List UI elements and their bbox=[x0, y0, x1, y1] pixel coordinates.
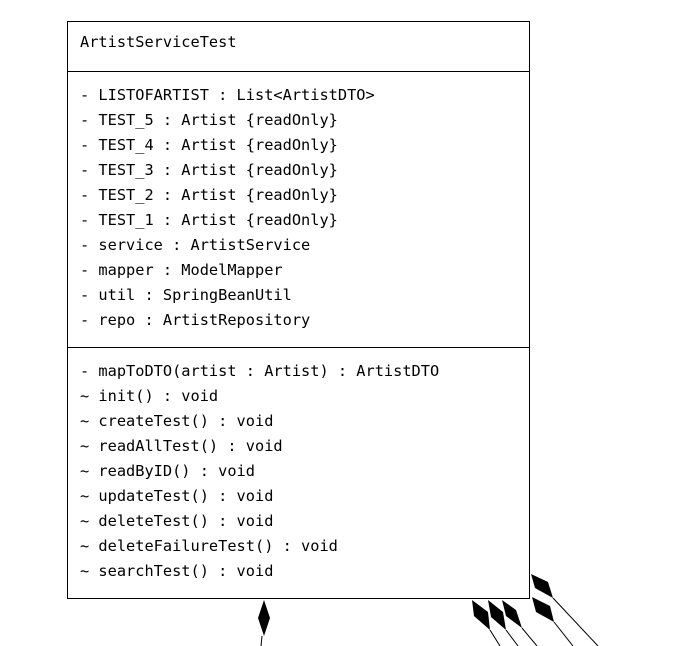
attribute: - mapper : ModelMapper bbox=[80, 261, 283, 279]
composition-line bbox=[521, 627, 538, 646]
attribute: - repo : ArtistRepository bbox=[80, 311, 311, 329]
attribute: - LISTOFARTIST : List<ArtistDTO> bbox=[80, 86, 375, 104]
attribute: - TEST_1 : Artist {readOnly} bbox=[80, 211, 338, 229]
operation: ~ deleteTest() : void bbox=[80, 512, 274, 530]
attribute: - TEST_3 : Artist {readOnly} bbox=[80, 161, 338, 179]
attribute: - TEST_2 : Artist {readOnly} bbox=[80, 186, 338, 204]
composition-diamond bbox=[488, 600, 506, 630]
operation: ~ updateTest() : void bbox=[80, 487, 274, 505]
composition-line bbox=[552, 597, 599, 646]
composition-edge bbox=[532, 597, 574, 646]
operations-compartment: - mapToDTO(artist : Artist) : ArtistDTO … bbox=[68, 348, 529, 584]
operation: ~ readAllTest() : void bbox=[80, 437, 283, 455]
operation: ~ createTest() : void bbox=[80, 412, 274, 430]
composition-diamond bbox=[531, 574, 553, 598]
operation: ~ deleteFailureTest() : void bbox=[80, 537, 338, 555]
composition-diamond bbox=[532, 597, 554, 622]
attribute: - service : ArtistService bbox=[80, 236, 311, 254]
composition-line bbox=[489, 629, 501, 646]
attributes-compartment: - LISTOFARTIST : List<ArtistDTO> - TEST_… bbox=[68, 72, 529, 348]
composition-diamond bbox=[258, 600, 270, 636]
attribute: - TEST_5 : Artist {readOnly} bbox=[80, 111, 338, 129]
composition-line bbox=[553, 621, 574, 646]
composition-diamond bbox=[472, 600, 490, 630]
attribute: - util : SpringBeanUtil bbox=[80, 286, 292, 304]
composition-edge bbox=[258, 600, 270, 646]
class-box-artist-service-test: ArtistServiceTest - LISTOFARTIST : List<… bbox=[67, 21, 530, 599]
operation: - mapToDTO(artist : Artist) : ArtistDTO bbox=[80, 362, 440, 380]
operation: ~ readByID() : void bbox=[80, 462, 255, 480]
operation: ~ searchTest() : void bbox=[80, 562, 274, 580]
composition-diamond bbox=[502, 600, 522, 628]
composition-edge bbox=[488, 600, 519, 646]
class-name: ArtistServiceTest bbox=[80, 33, 237, 51]
composition-edge bbox=[502, 600, 538, 646]
composition-edge bbox=[472, 600, 501, 646]
composition-line bbox=[505, 629, 519, 646]
class-name-compartment: ArtistServiceTest bbox=[68, 22, 529, 72]
composition-edge bbox=[531, 574, 599, 646]
composition-line bbox=[260, 635, 263, 646]
operation: ~ init() : void bbox=[80, 387, 219, 405]
attribute: - TEST_4 : Artist {readOnly} bbox=[80, 136, 338, 154]
